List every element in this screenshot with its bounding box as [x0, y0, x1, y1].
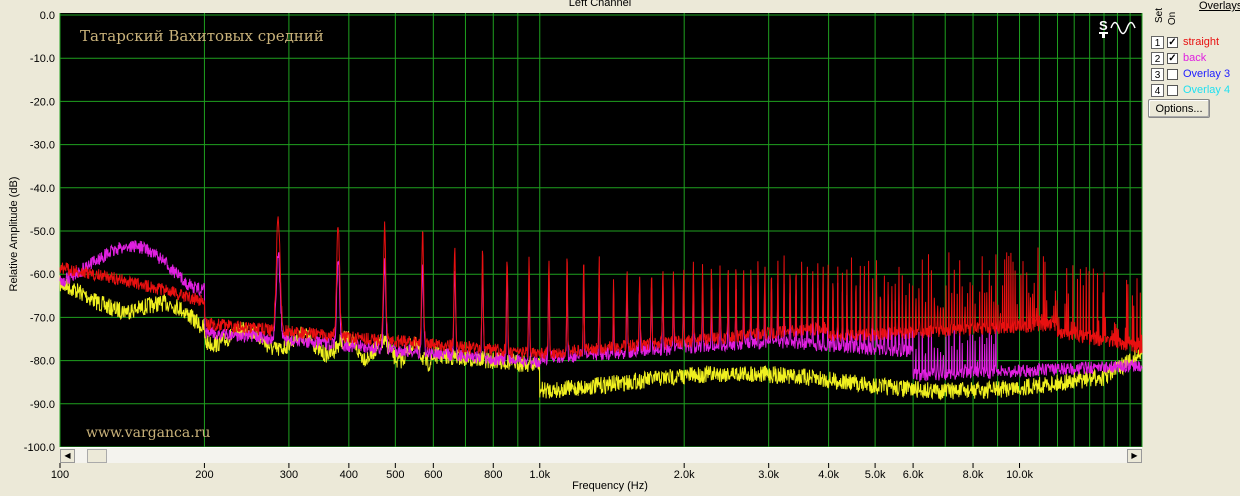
- y-tick-label: -50.0: [30, 226, 55, 238]
- logo-letter: S: [1099, 18, 1108, 33]
- overlay-name: Overlay 4: [1183, 84, 1231, 96]
- overlay-set-button[interactable]: 1: [1151, 36, 1164, 49]
- overlay-on-checkbox[interactable]: [1167, 69, 1178, 80]
- x-tick-label: 100: [51, 469, 69, 481]
- annotation-title: Татарский Вахитовых средний: [80, 27, 324, 45]
- overlay-row: 4 Overlay 4: [1151, 84, 1240, 100]
- x-tick-label: 2.0k: [674, 469, 695, 481]
- x-tick-label: 500: [386, 469, 404, 481]
- x-tick-label: 4.0k: [818, 469, 839, 481]
- overlay-header-on: On: [1167, 11, 1179, 26]
- x-tick-label: 300: [280, 469, 298, 481]
- x-tick-label: 400: [340, 469, 358, 481]
- y-tick-label: -20.0: [30, 96, 55, 108]
- y-tick-label: -40.0: [30, 183, 55, 195]
- overlay-name: Overlay 3: [1183, 68, 1231, 80]
- spectrum-chart: 0.0 -10.0 -20.0 -30.0 -40.0 -50.0 -60.0 -70.0 -8…: [24, 10, 1143, 481]
- y-tick-label: -10.0: [30, 53, 55, 65]
- overlay-set-button[interactable]: 4: [1151, 84, 1164, 97]
- scroll-left-icon[interactable]: ◀: [60, 449, 75, 463]
- y-tick-label: -60.0: [30, 269, 55, 281]
- overlay-row: 2 ✓ back: [1151, 52, 1240, 68]
- scroll-right-icon[interactable]: ▶: [1127, 449, 1142, 463]
- x-tick-label: 800: [484, 469, 502, 481]
- horizontal-scrollbar[interactable]: ◀ ▶: [60, 447, 1142, 463]
- x-tick-label: 10.0k: [1006, 469, 1033, 481]
- overlay-header-set: Set: [1154, 7, 1166, 24]
- y-tick-label: -70.0: [30, 312, 55, 324]
- x-tick-label: 5.0k: [865, 469, 886, 481]
- overlay-set-button[interactable]: 2: [1151, 52, 1164, 65]
- scrollbar-thumb[interactable]: [87, 449, 107, 463]
- overlay-on-checkbox[interactable]: ✓: [1167, 53, 1178, 64]
- y-tick-label: -100.0: [24, 442, 55, 454]
- overlay-name: back: [1183, 52, 1207, 64]
- overlay-row: 1 ✓ straight: [1151, 36, 1240, 52]
- x-tick-label: 3.0k: [758, 469, 779, 481]
- x-tick-label: 8.0k: [963, 469, 984, 481]
- x-tick-label: 6.0k: [903, 469, 924, 481]
- x-tick-label: 200: [195, 469, 213, 481]
- overlay-header-title: Overlays: [1199, 0, 1240, 12]
- y-tick-label: 0.0: [40, 10, 55, 22]
- overlay-name: straight: [1183, 36, 1220, 48]
- waveform-logo-icon: S: [1099, 18, 1136, 38]
- y-tick-label: -80.0: [30, 356, 55, 368]
- y-tick-label: -30.0: [30, 140, 55, 152]
- overlay-row: 3 Overlay 3: [1151, 68, 1240, 84]
- overlay-on-checkbox[interactable]: ✓: [1167, 37, 1178, 48]
- overlay-set-button[interactable]: 3: [1151, 68, 1164, 81]
- x-tick-label: 1.0k: [529, 469, 550, 481]
- annotation-url: www.varganca.ru: [86, 425, 211, 441]
- overlay-on-checkbox[interactable]: [1167, 85, 1178, 96]
- y-tick-label: -90.0: [30, 399, 55, 411]
- x-tick-label: 600: [424, 469, 442, 481]
- options-button[interactable]: Options...: [1148, 99, 1210, 118]
